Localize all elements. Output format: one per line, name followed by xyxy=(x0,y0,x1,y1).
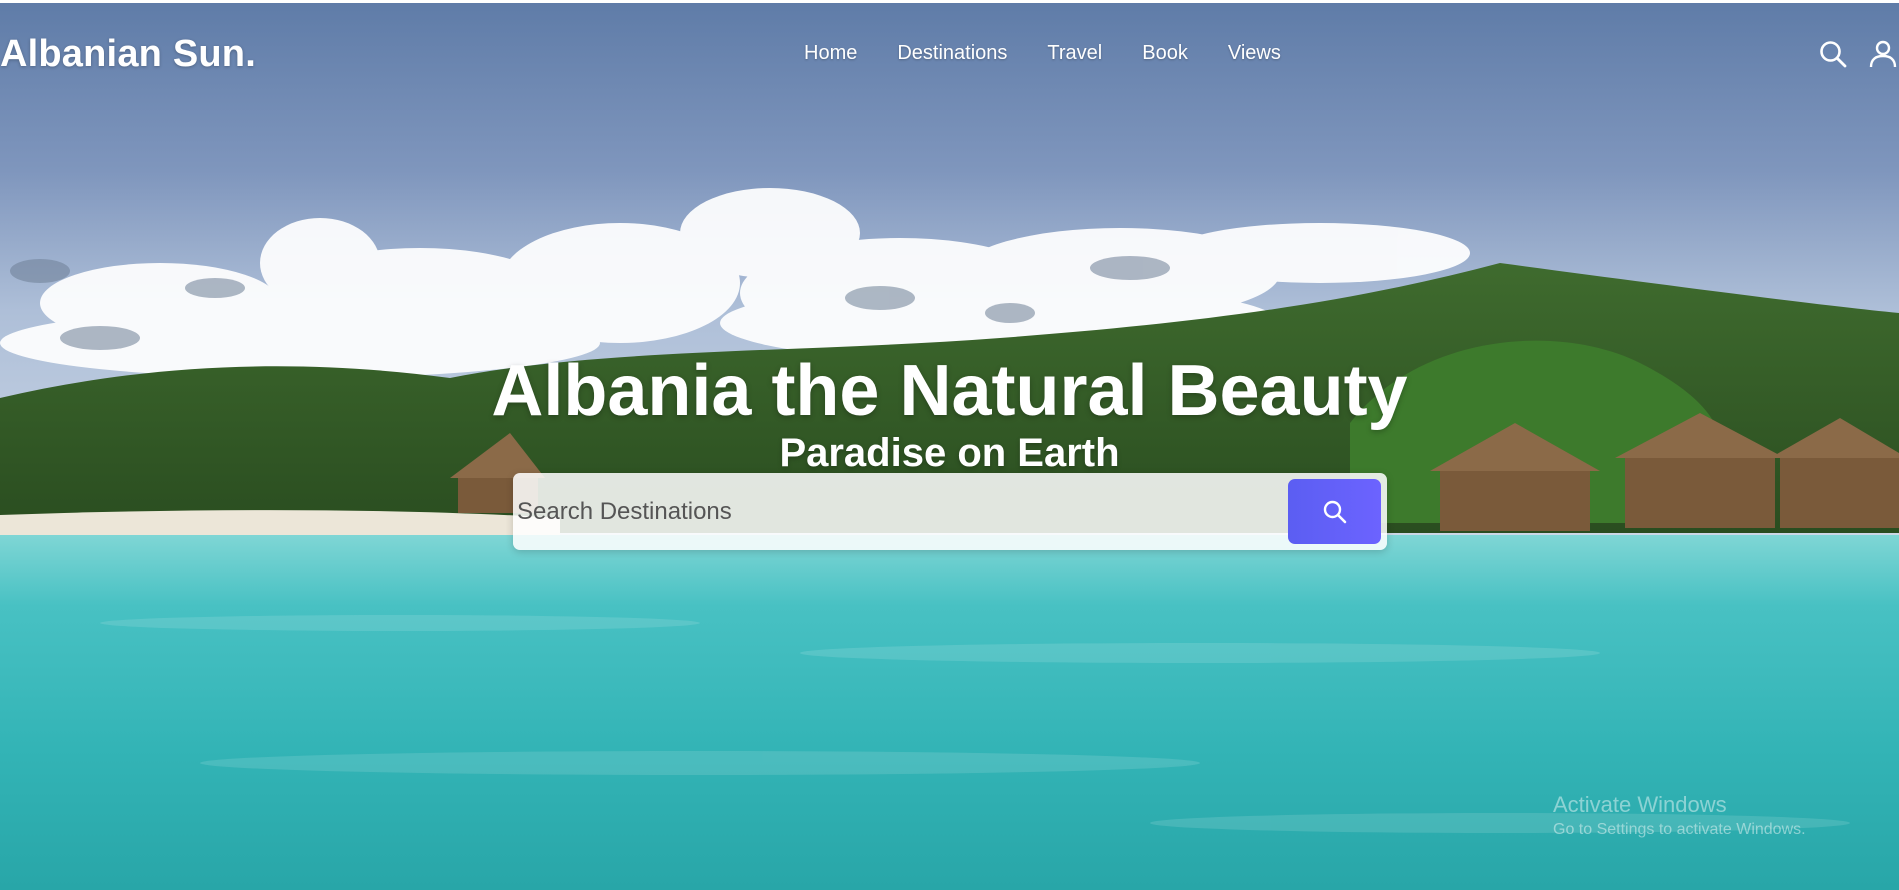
hero-title: Albania the Natural Beauty xyxy=(491,351,1408,431)
main-nav: Home Destinations Travel Book Views xyxy=(804,42,1281,65)
nav-link-home[interactable]: Home xyxy=(804,42,857,65)
nav-link-destinations[interactable]: Destinations xyxy=(897,42,1007,65)
search-icon xyxy=(1323,500,1346,523)
destination-search-bar xyxy=(513,473,1387,550)
search-icon xyxy=(1820,41,1847,68)
nav-link-travel[interactable]: Travel xyxy=(1047,42,1102,65)
header-search-button[interactable] xyxy=(1818,39,1848,69)
nav-link-book[interactable]: Book xyxy=(1142,42,1188,65)
nav-link-views[interactable]: Views xyxy=(1228,42,1281,65)
header-account-button[interactable] xyxy=(1868,39,1898,69)
hero-subtitle: Paradise on Earth xyxy=(779,431,1120,475)
windows-activation-watermark: Activate Windows Go to Settings to activ… xyxy=(1553,792,1806,840)
search-submit-button[interactable] xyxy=(1288,479,1381,544)
user-icon xyxy=(1869,40,1897,68)
hero-section: Albanian Sun. Home Destinations Travel B… xyxy=(0,3,1899,890)
watermark-subtitle: Go to Settings to activate Windows. xyxy=(1553,821,1806,838)
top-navigation-bar: Albanian Sun. Home Destinations Travel B… xyxy=(0,3,1899,103)
brand-logo[interactable]: Albanian Sun. xyxy=(0,33,256,76)
watermark-title: Activate Windows xyxy=(1553,792,1727,817)
destination-search-input[interactable] xyxy=(517,477,1277,546)
